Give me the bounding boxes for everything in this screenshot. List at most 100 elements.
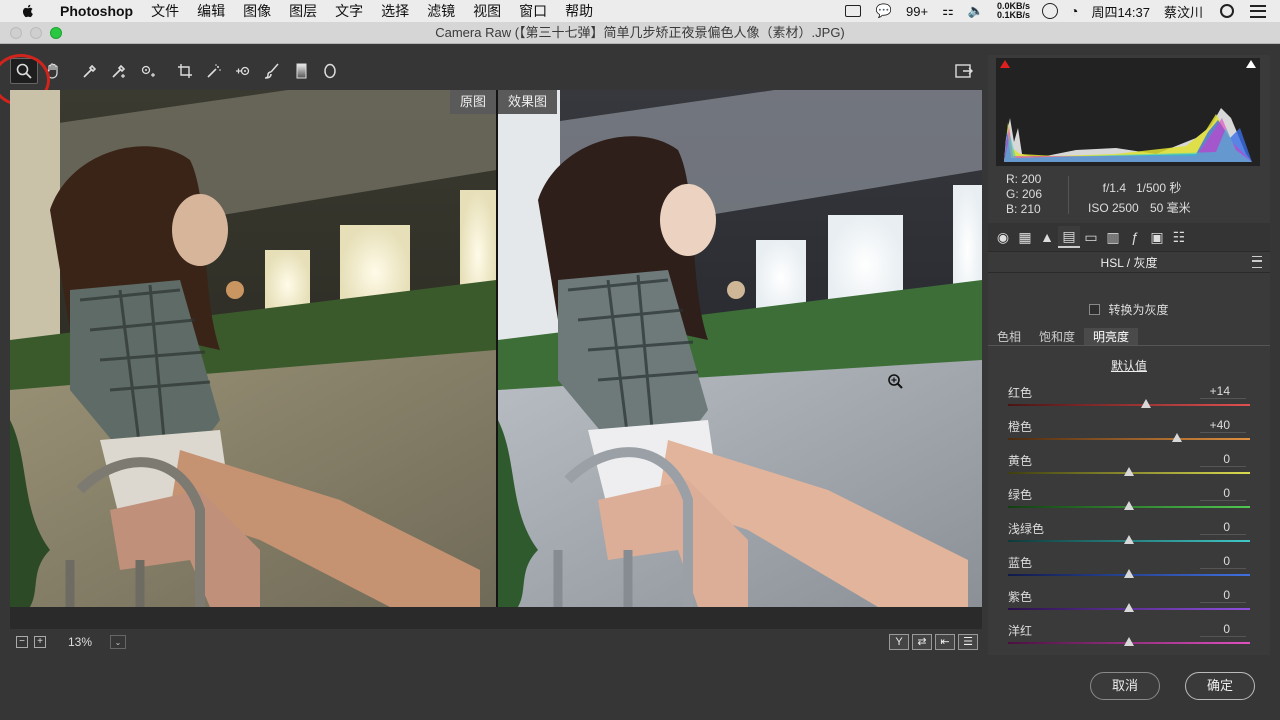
grid-icon[interactable]: ⚏ [935,3,961,19]
zoom-tool[interactable] [10,58,38,84]
notification-badge[interactable]: 99+ [899,4,935,19]
slider-thumb[interactable] [1124,603,1134,612]
view-settings-icon[interactable]: ☰ [958,634,978,650]
panel-menu-icon[interactable] [1252,256,1262,268]
radial-filter-tool[interactable] [316,58,344,84]
zoom-out-button[interactable]: − [16,636,28,648]
menu-help[interactable]: 帮助 [556,0,602,22]
spot-removal-tool[interactable] [229,58,257,84]
camera-calibration-icon[interactable]: ▣ [1146,226,1168,248]
zoom-dropdown[interactable]: ⌄ [110,635,126,649]
detail-tab-icon[interactable]: ▲ [1036,226,1058,248]
menu-view[interactable]: 视图 [464,0,510,22]
close-window-button[interactable] [10,27,22,39]
targeted-adjustment-tool[interactable] [134,58,162,84]
convert-grayscale-checkbox[interactable]: 转换为灰度 [988,301,1270,318]
menu-window[interactable]: 窗口 [510,0,556,22]
menu-edit[interactable]: 编辑 [188,0,234,22]
image-preview[interactable]: 原图 效果图 [10,90,982,629]
menu-app-name[interactable]: Photoshop [46,0,142,22]
menu-filter[interactable]: 滤镜 [418,0,464,22]
screen-record-icon[interactable] [844,5,861,17]
menu-type[interactable]: 文字 [326,0,372,22]
tab-saturation[interactable]: 饱和度 [1030,328,1084,345]
zoom-in-button[interactable]: + [34,636,46,648]
focal-length: 50 毫米 [1150,201,1191,215]
slider-thumb[interactable] [1124,501,1134,510]
checkbox-box[interactable] [1089,304,1101,315]
title-bar: Camera Raw (【第三十七弹】简单几步矫正夜景偏色人像（素材）.JPG) [0,22,1280,44]
basic-tab-icon[interactable]: ◉ [992,226,1014,248]
result-image-pane[interactable]: 效果图 [498,90,982,607]
slider-row: 浅绿色 0 [988,519,1270,553]
slider-value[interactable]: 0 [1200,588,1246,603]
split-toning-tab-icon[interactable]: ▭ [1080,226,1102,248]
open-preferences-icon[interactable] [954,60,974,80]
shadow-clipping-icon[interactable] [999,58,1011,68]
wechat-icon[interactable]: 💬 [869,3,899,19]
notification-center-icon[interactable] [1250,4,1266,18]
spotlight-icon[interactable] [1220,4,1234,18]
presets-tab-icon[interactable]: ☷ [1168,226,1190,248]
slider-value[interactable]: +40 [1200,418,1246,433]
ok-button[interactable]: 确定 [1185,672,1255,700]
menu-layer[interactable]: 图层 [280,0,326,22]
slider-value[interactable]: +14 [1200,384,1246,399]
tab-hue[interactable]: 色相 [988,328,1030,345]
menu-image[interactable]: 图像 [234,0,280,22]
tone-curve-tab-icon[interactable]: ▦ [1014,226,1036,248]
swap-settings-icon[interactable]: ⇄ [912,634,932,650]
iso: ISO 2500 [1088,201,1139,215]
slider-value[interactable]: 0 [1200,554,1246,569]
aperture: f/1.4 [1102,181,1126,195]
color-sampler-tool[interactable] [105,58,133,84]
slider-track[interactable] [1008,438,1250,440]
hand-tool[interactable] [39,58,67,84]
highlight-clipping-icon[interactable] [1245,58,1257,68]
tab-luminance[interactable]: 明亮度 [1084,328,1139,345]
slider-label: 红色 [1008,386,1033,400]
radial-filter-icon [324,63,336,79]
white-balance-tool[interactable] [76,58,104,84]
eyedropper-icon [83,64,97,78]
adjustment-brush-tool[interactable] [258,58,286,84]
menu-file[interactable]: 文件 [142,0,188,22]
rgb-g: G: 206 [1006,187,1043,201]
user-name[interactable]: 蔡汶川 [1157,2,1210,21]
slider-thumb[interactable] [1140,399,1151,408]
slider-track[interactable] [1008,404,1250,406]
graduated-filter-tool[interactable] [287,58,315,84]
effects-fx-icon[interactable]: ƒ [1124,226,1146,248]
slider-thumb[interactable] [1124,569,1134,578]
hsl-tab-icon[interactable]: ▤ [1058,226,1080,248]
crop-tool[interactable] [171,58,199,84]
cancel-button[interactable]: 取消 [1090,672,1160,700]
sync-icon[interactable] [1041,3,1058,19]
zoom-level[interactable]: 13% [68,635,110,649]
menu-bar: Photoshop 文件 编辑 图像 图层 文字 选择 滤镜 视图 窗口 帮助 … [0,0,1280,22]
slider-thumb[interactable] [1124,637,1134,646]
slider-value[interactable]: 0 [1200,520,1246,535]
original-image-pane[interactable]: 原图 [10,90,496,607]
slider-thumb[interactable] [1172,433,1183,442]
default-link[interactable]: 默认值 [988,357,1270,374]
speaker-icon[interactable]: 🔈 [961,3,991,19]
zoom-window-button[interactable] [50,27,62,39]
slider-row: 绿色 0 [988,485,1270,519]
slider-thumb[interactable] [1124,535,1134,544]
slider-value[interactable]: 0 [1200,486,1246,501]
menu-select[interactable]: 选择 [372,0,418,22]
before-after-view-icon[interactable]: Y [889,634,909,650]
slider-label: 紫色 [1008,590,1033,604]
lens-corrections-tab-icon[interactable]: ▥ [1102,226,1124,248]
slider-value[interactable]: 0 [1200,622,1246,637]
slider-value[interactable]: 0 [1200,452,1246,467]
slider-row: 蓝色 0 [988,553,1270,587]
wifi-icon[interactable]: ◔ [1070,3,1078,19]
slider-thumb[interactable] [1124,467,1134,476]
clock[interactable]: 周四14:37 [1084,2,1157,21]
minimize-window-button[interactable] [30,27,42,39]
copy-settings-icon[interactable]: ⇤ [935,634,955,650]
red-eye-tool[interactable] [200,58,228,84]
apple-icon[interactable] [20,3,36,19]
